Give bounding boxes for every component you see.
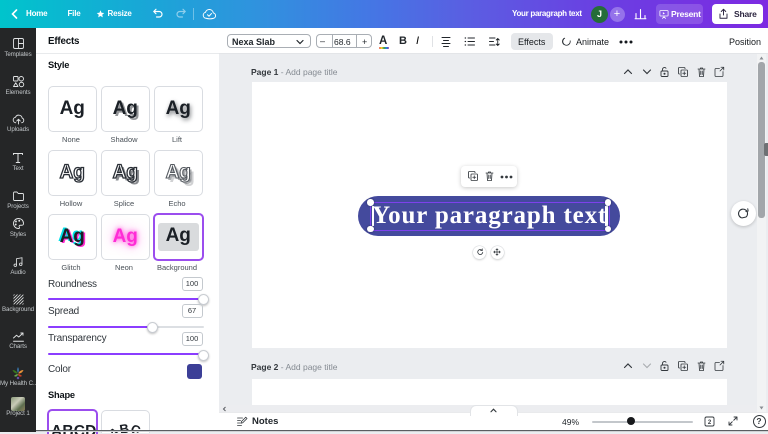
svg-text:2: 2 <box>708 420 712 426</box>
